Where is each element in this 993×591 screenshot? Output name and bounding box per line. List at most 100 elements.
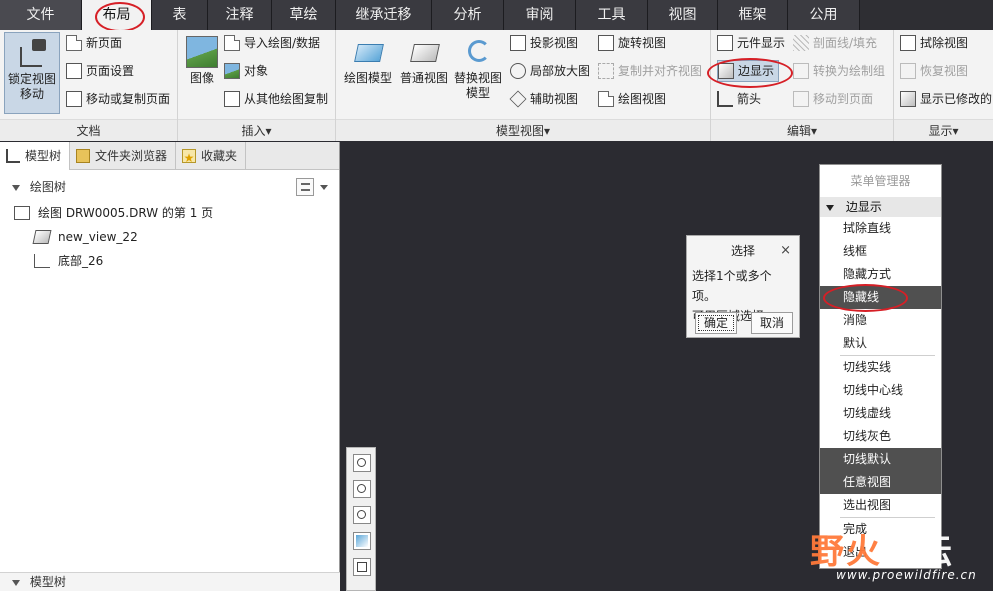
zoom-in-icon bbox=[357, 484, 366, 493]
detailed-view-icon bbox=[510, 63, 526, 79]
drawing-model-button[interactable]: 绘图模型 bbox=[340, 36, 396, 86]
lock-view-move-button[interactable]: 锁定视图移动 bbox=[4, 32, 60, 114]
page-setup-label: 页面设置 bbox=[86, 64, 135, 78]
tab-analysis[interactable]: 分析 bbox=[432, 0, 504, 30]
projection-node-icon bbox=[34, 254, 50, 268]
show-modified-icon bbox=[900, 91, 916, 107]
drawing-model-icon bbox=[352, 36, 384, 68]
edge-display-button[interactable]: 边显示 bbox=[717, 60, 780, 82]
replace-model-icon bbox=[462, 36, 494, 68]
drawing-model-label: 绘图模型 bbox=[343, 71, 392, 85]
menu-item-any-view[interactable]: 任意视图 bbox=[820, 471, 941, 494]
image-icon bbox=[186, 36, 218, 68]
tab-frame[interactable]: 框架 bbox=[718, 0, 788, 30]
tab-common[interactable]: 公用 bbox=[788, 0, 860, 30]
erase-view-button[interactable]: 拭除视图 bbox=[900, 32, 968, 54]
tab-file[interactable]: 文件 bbox=[0, 0, 82, 30]
tab-favorites[interactable]: ★ 收藏夹 bbox=[176, 142, 247, 170]
tab-view[interactable]: 视图 bbox=[648, 0, 718, 30]
drawing-view-button[interactable]: 绘图视图 bbox=[598, 88, 666, 110]
tab-annotate[interactable]: 注释 bbox=[208, 0, 272, 30]
tree-row-view-bottom[interactable]: 底部_26 bbox=[34, 250, 103, 272]
revolved-view-label: 旋转视图 bbox=[618, 36, 667, 50]
menu-item-tan-ctrln[interactable]: 切线中心线 bbox=[820, 379, 941, 402]
copy-from-drawing-button[interactable]: 从其他绘图复制 bbox=[224, 88, 328, 110]
edge-display-label: 边显示 bbox=[738, 64, 775, 78]
replace-view-model-button[interactable]: 替换视图模型 bbox=[450, 36, 506, 101]
copy-align-view-button[interactable]: 复制并对齐视图 bbox=[598, 60, 702, 82]
group-display: 拭除视图 恢复视图 显示已修改的 显示▾ bbox=[894, 30, 993, 141]
auxiliary-view-button[interactable]: 辅助视图 bbox=[509, 88, 578, 110]
cancel-button[interactable]: 取消 bbox=[751, 312, 793, 334]
tab-layout[interactable]: 布局 bbox=[82, 0, 152, 30]
general-view-label: 普通视图 bbox=[399, 71, 448, 85]
image-button[interactable]: 图像 bbox=[182, 36, 222, 86]
display-style-button[interactable] bbox=[353, 558, 371, 576]
tab-sketch[interactable]: 草绘 bbox=[272, 0, 336, 30]
arrow-label: 箭头 bbox=[737, 92, 762, 106]
menu-item-erase-line[interactable]: 拭除直线 bbox=[820, 217, 941, 240]
edge-display-icon bbox=[718, 63, 734, 79]
model-tree-header[interactable]: 模型树 bbox=[0, 572, 340, 591]
folder-icon bbox=[76, 149, 91, 163]
menu-section-edge-display[interactable]: 边显示 bbox=[820, 197, 941, 217]
copy-align-icon bbox=[598, 63, 614, 79]
lock-view-move-label: 锁定视图移动 bbox=[7, 72, 56, 101]
tree-settings-dropdown-icon[interactable] bbox=[320, 185, 328, 190]
new-page-button[interactable]: 新页面 bbox=[66, 32, 122, 54]
menu-item-hidden-line[interactable]: 隐藏线 bbox=[820, 286, 941, 309]
navigator-tabs: 模型树 文件夹浏览器 ★ 收藏夹 bbox=[0, 142, 339, 170]
page-setup-button[interactable]: 页面设置 bbox=[66, 60, 134, 82]
import-drawing-button[interactable]: 导入绘图/数据 bbox=[224, 32, 320, 54]
tab-legacy-migration[interactable]: 继承迁移 bbox=[336, 0, 432, 30]
zoom-out-button[interactable] bbox=[353, 506, 371, 524]
tree-settings-button[interactable] bbox=[296, 178, 314, 196]
menu-item-tan-solid[interactable]: 切线实线 bbox=[820, 356, 941, 379]
projection-view-label: 投影视图 bbox=[530, 36, 579, 50]
resume-view-button[interactable]: 恢复视图 bbox=[900, 60, 968, 82]
move-to-page-button[interactable]: 移动到页面 bbox=[793, 88, 873, 110]
projection-view-button[interactable]: 投影视图 bbox=[510, 32, 578, 54]
menu-item-tan-default[interactable]: 切线默认 bbox=[820, 448, 941, 471]
menu-item-no-hidden[interactable]: 消隐 bbox=[820, 309, 941, 332]
zoom-to-fit-button[interactable] bbox=[353, 454, 371, 472]
convert-group-label: 转换为绘制组 bbox=[813, 64, 886, 78]
element-display-icon bbox=[717, 35, 733, 51]
ok-button[interactable]: 确定 bbox=[695, 312, 737, 334]
forum-watermark: 野火论坛 www.proewildfire.cn bbox=[810, 524, 993, 591]
close-icon[interactable]: × bbox=[780, 236, 791, 266]
menu-item-wireframe[interactable]: 线框 bbox=[820, 240, 941, 263]
xhatch-label: 剖面线/填充 bbox=[813, 36, 878, 50]
menu-item-pick-view[interactable]: 选出视图 bbox=[820, 494, 941, 517]
tab-table[interactable]: 表 bbox=[152, 0, 208, 30]
menu-item-hidden-mode[interactable]: 隐藏方式 bbox=[820, 263, 941, 286]
tree-row-sheet[interactable]: 绘图 DRW0005.DRW 的第 1 页 bbox=[14, 202, 213, 224]
import-icon bbox=[224, 35, 240, 51]
move-copy-page-button[interactable]: 移动或复制页面 bbox=[66, 88, 170, 110]
arrow-button[interactable]: 箭头 bbox=[717, 88, 761, 110]
revolved-view-button[interactable]: 旋转视图 bbox=[598, 32, 666, 54]
element-display-button[interactable]: 元件显示 bbox=[717, 32, 785, 54]
tree-row-view-new[interactable]: new_view_22 bbox=[32, 226, 138, 248]
detailed-view-button[interactable]: 局部放大图 bbox=[510, 60, 590, 82]
menu-item-tan-phantom[interactable]: 切线虚线 bbox=[820, 402, 941, 425]
zoom-in-button[interactable] bbox=[353, 480, 371, 498]
general-view-button[interactable]: 普通视图 bbox=[396, 36, 452, 86]
tab-tools[interactable]: 工具 bbox=[576, 0, 648, 30]
tab-folder-browser[interactable]: 文件夹浏览器 bbox=[70, 142, 177, 170]
object-label: 对象 bbox=[244, 64, 269, 78]
object-button[interactable]: 对象 bbox=[224, 60, 268, 82]
drawing-tree-header[interactable]: 绘图树 bbox=[0, 175, 340, 199]
tab-model-tree[interactable]: 模型树 bbox=[0, 142, 71, 170]
menu-item-tan-dimmed[interactable]: 切线灰色 bbox=[820, 425, 941, 448]
menu-item-default[interactable]: 默认 bbox=[820, 332, 941, 355]
xhatch-button[interactable]: 剖面线/填充 bbox=[793, 32, 877, 54]
auxiliary-view-icon bbox=[509, 90, 527, 108]
convert-to-draft-group-button[interactable]: 转换为绘制组 bbox=[793, 60, 885, 82]
repaint-button[interactable] bbox=[353, 532, 371, 550]
navigator-panel: 模型树 文件夹浏览器 ★ 收藏夹 绘图树 绘图 DRW0005.DRW 的第 1… bbox=[0, 142, 340, 591]
tab-review[interactable]: 审阅 bbox=[504, 0, 576, 30]
show-modified-button[interactable]: 显示已修改的 bbox=[900, 88, 992, 110]
menu-manager: 菜单管理器 边显示 拭除直线 线框 隐藏方式 隐藏线 消隐 默认 切线实线 切线… bbox=[819, 164, 942, 569]
tab-bar-fill bbox=[860, 0, 993, 30]
